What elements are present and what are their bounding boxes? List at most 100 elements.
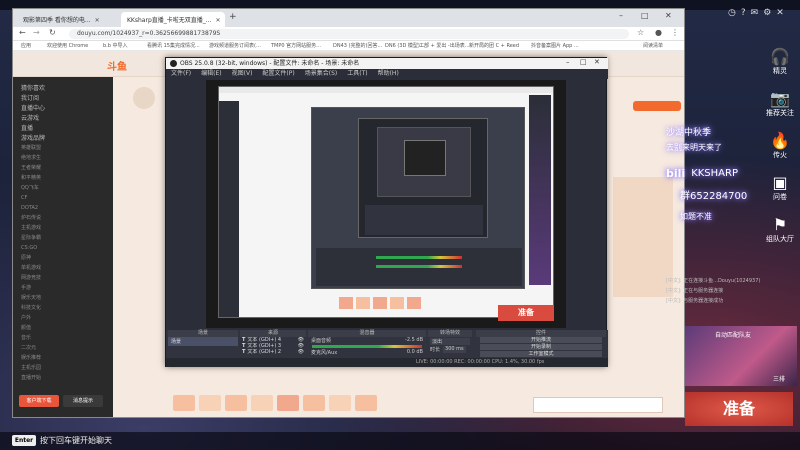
new-tab-icon[interactable]: + [229, 12, 237, 22]
bookmark-item[interactable]: 看腾讯 15集完成情况... [147, 42, 200, 50]
nested-meter [376, 256, 462, 259]
back-icon[interactable]: ← [19, 28, 26, 37]
camera-icon: 📷 [770, 89, 790, 108]
game-window-controls: ◷ ? ✉ ⚙ ✕ [728, 8, 796, 22]
clock-icon[interactable]: ◷ [728, 8, 736, 22]
chat-hint[interactable]: 按下回车键开始聊天 [40, 435, 112, 446]
sidebar-item[interactable]: 直播开始 [21, 373, 109, 384]
game-side-menu: 🎧 精灵 📷 推荐关注 🔥 传火 ▣ 问卷 ⚑ 组队大厅 [762, 48, 798, 258]
game-chat-bar [0, 432, 800, 450]
game-menu-fire[interactable]: 🔥 传火 [762, 132, 798, 160]
source-item[interactable]: T 文本 (GDI+) 2 👁 [240, 349, 306, 355]
bookmark-item[interactable]: b.b 中导入 [103, 42, 128, 50]
address-bar[interactable]: douyu.com/1024937_r=0.3625669988173879S [69, 29, 629, 39]
menu-icon[interactable]: ⋮ [671, 28, 679, 37]
transition-select[interactable]: 淡出 [430, 338, 470, 345]
obs-menu-item[interactable]: 配置文件(P) [257, 70, 299, 77]
obs-preview[interactable]: 准备 [206, 80, 566, 328]
client-download-button[interactable]: 客户端下载 [19, 395, 59, 407]
nested-panels [365, 205, 483, 235]
gift-bar [173, 395, 433, 413]
mixer-channel-name: 桌面音频 [311, 338, 332, 344]
game-menu-headset[interactable]: 🎧 精灵 [762, 48, 798, 76]
message-button[interactable]: 消息提示 [63, 395, 103, 407]
obs-control-button[interactable]: 工作室模式 [480, 351, 602, 357]
maximize-icon[interactable]: □ [641, 11, 649, 20]
bookmark-reading-list[interactable]: 阅读清单 [643, 42, 663, 50]
overlay-chat: [中文]: 正在连接斗鱼...Douyu(1024937) [中文]: 正在与服… [666, 276, 766, 306]
mixer-channel: 桌面音频 -2.5 dB [308, 337, 426, 344]
obs-maximize-icon[interactable]: □ [580, 58, 587, 66]
obs-menu-item[interactable]: 场景集合(S) [300, 70, 343, 77]
bookmark-item[interactable]: 欢迎使用 Chrome [47, 42, 88, 50]
obs-minimize-icon[interactable]: – [566, 58, 570, 66]
bookmark-item[interactable]: TMP0 官方网站服务... [271, 42, 321, 50]
douyu-logo[interactable]: 斗鱼 [107, 58, 127, 73]
nested-gift [339, 297, 353, 309]
controls-header: 控件 [476, 330, 606, 337]
auto-match-label: 自动匹配队友 [715, 332, 752, 339]
gift-icon[interactable] [199, 395, 221, 411]
obs-close-icon[interactable]: ✕ [594, 58, 600, 66]
pc-banner-bg [633, 101, 681, 111]
tablet-icon: ▣ [772, 173, 788, 192]
obs-menu-item[interactable]: 编辑(E) [196, 70, 226, 77]
duration-input[interactable]: 300 ms [443, 346, 466, 353]
bookmark-item[interactable]: DN43 (完整的)回答... [333, 42, 382, 50]
tab-close-icon[interactable]: ✕ [215, 17, 220, 24]
nested-gift [390, 297, 404, 309]
obs-menu-item[interactable]: 工具(T) [342, 70, 372, 77]
obs-control-button[interactable]: 开始推流 [480, 337, 602, 343]
gift-icon[interactable] [355, 395, 377, 411]
gift-icon[interactable] [225, 395, 247, 411]
window-close-icon[interactable]: ✕ [665, 11, 672, 20]
help-icon[interactable]: ? [741, 8, 746, 22]
bookmark-item[interactable]: 游戏频道服务订阅表(… [209, 42, 261, 50]
avatar[interactable] [133, 87, 155, 109]
game-menu-camera[interactable]: 📷 推荐关注 [762, 90, 798, 118]
eye-icon[interactable]: 👁 [298, 349, 304, 355]
obs-menu-item[interactable]: 视图(V) [227, 70, 258, 77]
nested-mixer [316, 248, 522, 286]
obs-menu-item[interactable]: 帮助(H) [373, 70, 404, 77]
bili-row: bili KKSHARP [666, 167, 766, 180]
close-icon[interactable]: ✕ [776, 8, 784, 22]
bookmark-item[interactable]: 工部 + 爱出 -出场表... [419, 42, 470, 50]
gift-icon[interactable] [277, 395, 299, 411]
forward-icon[interactable]: → [33, 28, 40, 37]
chat-input-site[interactable] [533, 397, 663, 413]
audio-meter [312, 345, 422, 348]
nested-meter [376, 265, 462, 268]
gift-icon[interactable] [251, 395, 273, 411]
site-sidebar: 猜你喜欢 我订阅 直播中心 云游戏 直播 游戏品牌 英雄联盟 绝地求生 王者荣耀 和平精英 QQ飞车… [13, 77, 113, 417]
obs-menu-item[interactable]: 文件(F) [166, 70, 196, 77]
game-menu-tablet[interactable]: ▣ 问卷 [762, 174, 798, 202]
obs-control-button[interactable]: 开始录制 [480, 344, 602, 350]
star-icon[interactable]: ☆ [637, 28, 644, 37]
game-menu-banner[interactable]: ⚑ 组队大厅 [762, 216, 798, 244]
hand-line: 如题不准 [680, 212, 712, 221]
tab-first[interactable]: 观影第四季 看你想的电... ✕ [17, 12, 121, 27]
gift-icon[interactable] [329, 395, 351, 411]
team-size-label: 三排 [773, 376, 786, 383]
ready-button[interactable]: 准备 [685, 392, 793, 426]
tab-close-icon[interactable]: ✕ [95, 17, 100, 24]
bookmark-item[interactable]: 新开局的团 C + Reed [469, 42, 519, 50]
nested-tabbar [219, 87, 553, 93]
profile-icon[interactable]: ● [655, 28, 662, 37]
game-menu-label: 推荐关注 [766, 109, 794, 117]
bookmark-apps[interactable]: 应用 [21, 42, 31, 50]
gift-icon[interactable] [173, 395, 195, 411]
tab-active[interactable]: KKsharp直播_卡啦无双直播_... ✕ [121, 12, 225, 27]
sources-list: T 文本 (GDI+) 4 👁 T 文本 (GDI+) 3 👁 T 文本 (GDI+) 2 👁 [240, 337, 306, 355]
gift-icon[interactable] [303, 395, 325, 411]
headset-icon: 🎧 [770, 47, 790, 66]
scene-item[interactable]: 场景 [168, 337, 238, 346]
reload-icon[interactable]: ↻ [49, 28, 56, 37]
obs-window: OBS 25.0.8 (32-bit, windows) - 配置文件: 未命名… [165, 57, 608, 367]
settings-icon[interactable]: ⚙ [763, 8, 771, 22]
bookmark-item[interactable]: 抖音备案图片 App ... [531, 42, 579, 50]
pc-banner [633, 101, 681, 111]
minimize-icon[interactable]: – [619, 11, 623, 20]
mail-icon[interactable]: ✉ [751, 8, 759, 22]
